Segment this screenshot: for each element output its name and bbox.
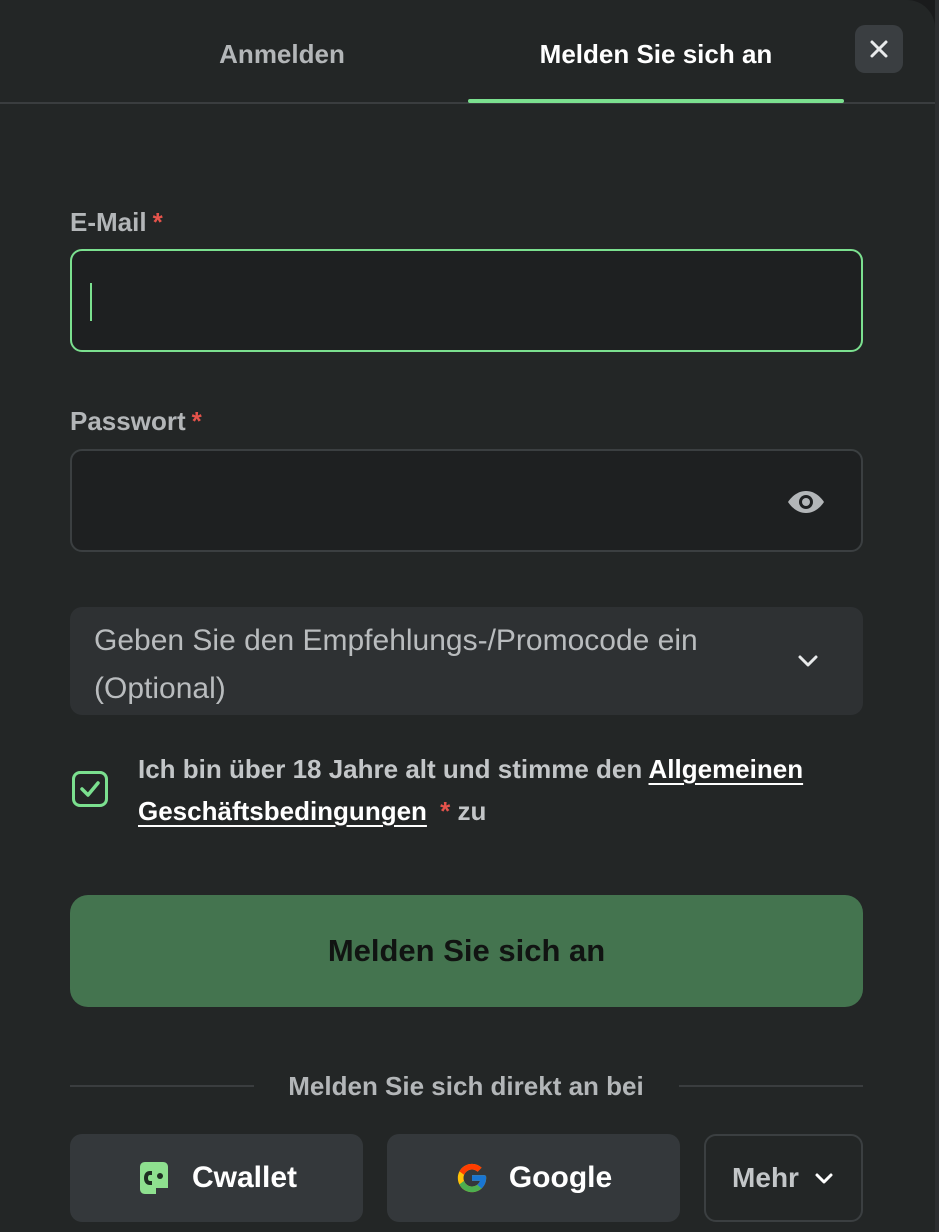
register-submit-button[interactable]: Melden Sie sich an bbox=[70, 895, 863, 1007]
cwallet-login-button[interactable]: Cwallet bbox=[70, 1134, 363, 1222]
terms-text-after: zu bbox=[457, 796, 487, 826]
cwallet-label: Cwallet bbox=[191, 1161, 298, 1194]
promo-code-text: Geben Sie den Empfehlungs-/Promocode ein… bbox=[94, 624, 698, 705]
email-field-container bbox=[70, 249, 863, 352]
checkmark-icon bbox=[80, 781, 100, 797]
password-field[interactable] bbox=[72, 451, 861, 550]
register-modal: Anmelden Melden Sie sich an E-Mail * Pass… bbox=[0, 0, 935, 1232]
divider-right bbox=[679, 1085, 863, 1087]
chevron-down-icon bbox=[798, 655, 818, 667]
text-caret bbox=[90, 283, 92, 321]
email-field[interactable] bbox=[72, 251, 861, 350]
divider-left bbox=[70, 1085, 254, 1087]
active-tab-indicator bbox=[468, 99, 844, 103]
terms-text: Ich bin über 18 Jahre alt und stimme den… bbox=[138, 748, 878, 832]
google-login-button[interactable]: Google bbox=[387, 1134, 680, 1222]
close-icon bbox=[870, 40, 888, 58]
tab-register[interactable]: Melden Sie sich an bbox=[468, 34, 844, 74]
chevron-down-icon bbox=[813, 1167, 835, 1189]
required-mark: * bbox=[440, 796, 451, 826]
required-mark: * bbox=[152, 207, 163, 237]
more-login-options-button[interactable]: Mehr bbox=[704, 1134, 863, 1222]
password-field-container bbox=[70, 449, 863, 552]
toggle-password-visibility-button[interactable] bbox=[786, 483, 826, 521]
email-label: E-Mail * bbox=[70, 205, 163, 239]
password-label: Passwort * bbox=[70, 404, 202, 438]
tab-bar: Anmelden Melden Sie sich an bbox=[0, 0, 935, 104]
cwallet-logo-icon bbox=[136, 1161, 172, 1195]
terms-checkbox[interactable] bbox=[72, 771, 108, 807]
close-button[interactable] bbox=[855, 25, 903, 73]
email-label-text: E-Mail bbox=[70, 207, 147, 237]
social-divider-text: Melden Sie sich direkt an bei bbox=[288, 1071, 644, 1101]
promo-code-toggle[interactable]: Geben Sie den Empfehlungs-/Promocode ein… bbox=[70, 607, 863, 715]
tab-login[interactable]: Anmelden bbox=[120, 34, 444, 74]
background-edge bbox=[935, 0, 939, 1232]
required-mark: * bbox=[191, 406, 202, 436]
eye-icon bbox=[788, 491, 824, 513]
terms-text-before: Ich bin über 18 Jahre alt und stimme den bbox=[138, 754, 649, 784]
google-label: Google bbox=[508, 1161, 613, 1194]
google-logo-icon bbox=[455, 1161, 489, 1195]
more-label: Mehr bbox=[732, 1162, 799, 1193]
password-label-text: Passwort bbox=[70, 406, 186, 436]
